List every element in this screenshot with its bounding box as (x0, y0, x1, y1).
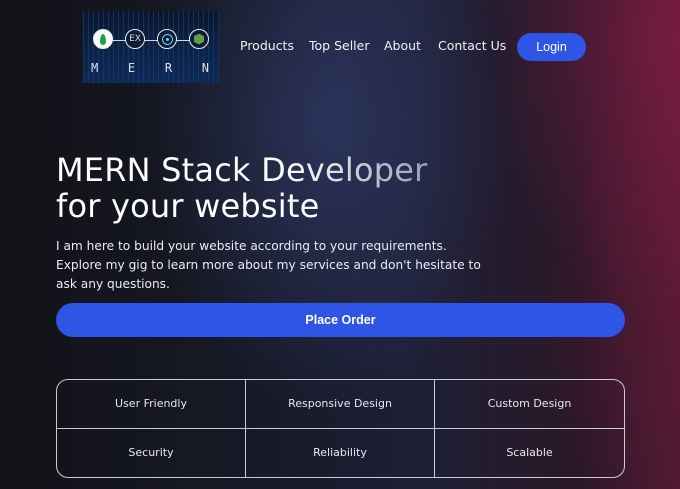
place-order-button[interactable]: Place Order (56, 303, 625, 337)
logo-icon-row: EX (93, 29, 211, 51)
logo-letter-e: E (127, 61, 138, 75)
logo-letter-m: M (91, 61, 101, 75)
feature-user-friendly: User Friendly (57, 380, 246, 429)
feature-custom-design: Custom Design (435, 380, 624, 429)
login-button[interactable]: Login (517, 33, 586, 61)
feature-reliability: Reliability (246, 428, 435, 477)
features-grid: User Friendly Responsive Design Custom D… (56, 379, 625, 478)
feature-scalable: Scalable (506, 446, 553, 460)
mern-logo[interactable]: EX M E R N (83, 11, 219, 83)
logo-letter-n: N (201, 61, 211, 75)
nodejs-hex-icon (189, 29, 209, 49)
nav-contact-link[interactable]: Contact Us (438, 38, 506, 53)
feature-security: Security (57, 428, 246, 477)
logo-letter-r: R (164, 61, 175, 75)
hero-description: I am here to build your website accordin… (56, 239, 481, 291)
nav-about-link[interactable]: About (384, 38, 421, 53)
logo-letters: M E R N (91, 61, 211, 75)
logo-connector-line (103, 40, 201, 41)
nav-top-seller-link[interactable]: Top Seller (309, 38, 369, 53)
express-icon: EX (125, 29, 145, 49)
hero-title-line1: MERN Stack Developer (56, 151, 428, 189)
feature-responsive-design: Responsive Design (246, 380, 435, 429)
mongodb-leaf-icon (93, 29, 113, 49)
express-label: EX (129, 34, 141, 44)
hero-title: MERN Stack Developer for your website (56, 152, 428, 224)
hero-title-line2: for your website (56, 187, 320, 225)
nav-products-link[interactable]: Products (240, 38, 294, 53)
react-atom-icon (157, 29, 177, 49)
